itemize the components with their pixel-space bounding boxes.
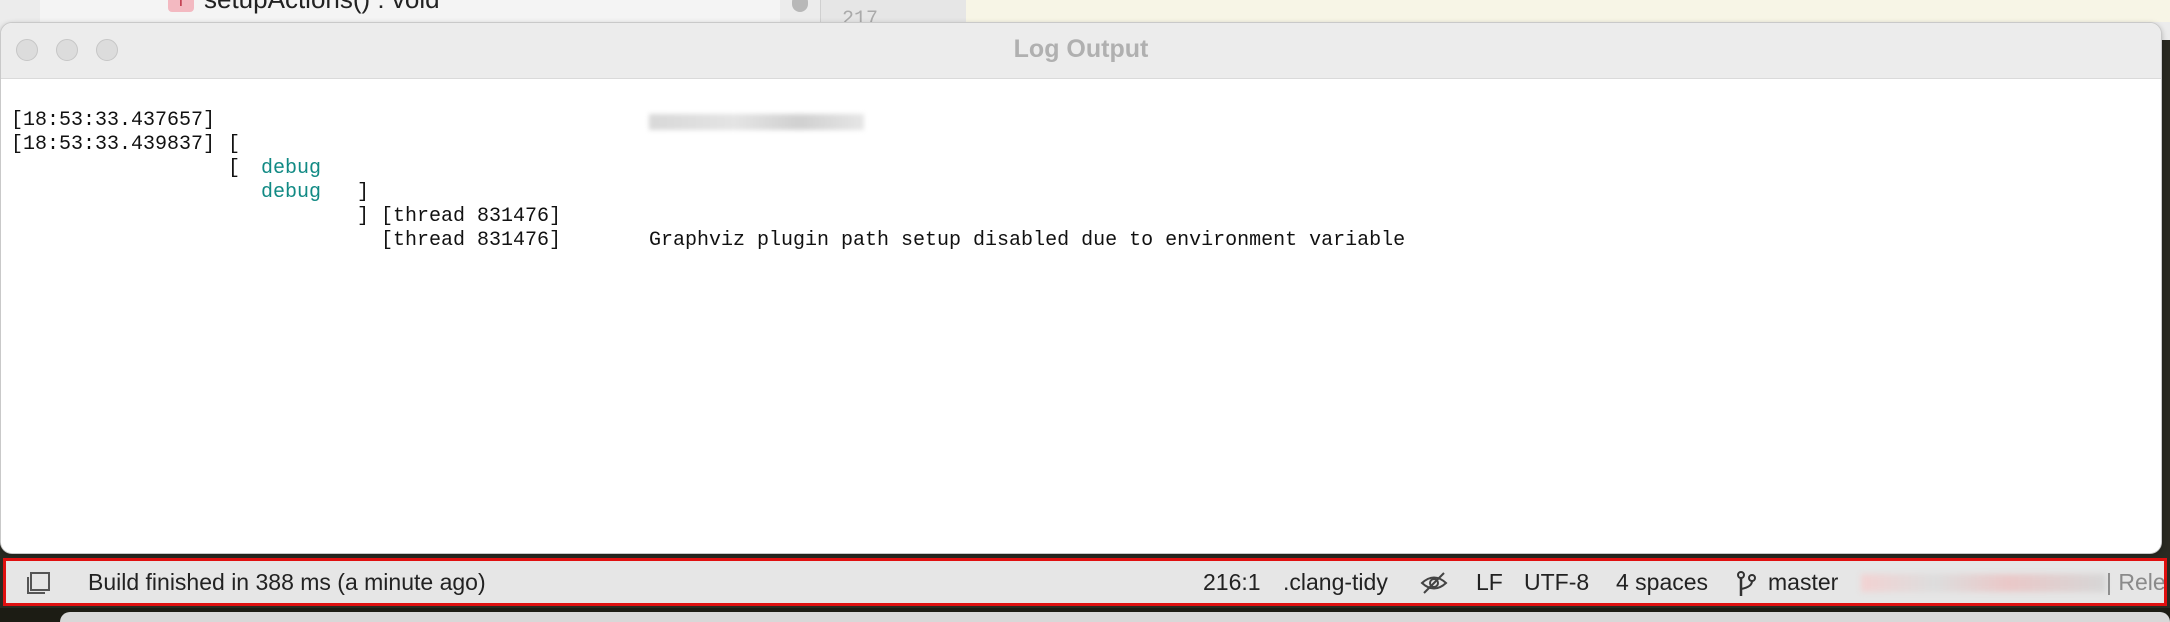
build-status[interactable]: Build finished in 388 ms (a minute ago)	[88, 569, 486, 595]
log-bracket-close: ]	[357, 205, 370, 228]
log-output-window: Log Output [18:53:33.437657] [ debug ] […	[0, 22, 2162, 554]
linter-config[interactable]: .clang-tidy	[1283, 569, 1388, 595]
log-thread: [thread 831476]	[381, 229, 562, 252]
function-badge-icon: f	[168, 0, 194, 12]
log-level: debug	[261, 181, 322, 204]
log-content[interactable]: [18:53:33.437657] [ debug ] [thread 8314…	[1, 79, 2161, 553]
cursor-position[interactable]: 216:1	[1203, 569, 1261, 595]
window-titlebar[interactable]: Log Output	[1, 23, 2161, 79]
inspections-off-icon[interactable]	[1419, 570, 1449, 596]
line-ending[interactable]: LF	[1476, 569, 1503, 595]
log-timestamp: [18:53:33.439837]	[11, 133, 216, 156]
log-bracket-open: [	[228, 157, 241, 180]
git-branch[interactable]: master	[1768, 569, 1838, 595]
structure-panel: f setupActions() : void	[40, 0, 780, 23]
log-entry: [18:53:33.439837] [ debug ] [thread 8314…	[11, 109, 864, 252]
window-title: Log Output	[1013, 35, 1149, 63]
log-bracket-open: [	[228, 133, 241, 156]
log-bracket-close: ]	[357, 181, 370, 204]
structure-item[interactable]: setupActions() : void	[204, 0, 440, 15]
file-encoding[interactable]: UTF-8	[1524, 569, 1589, 595]
editor-area	[966, 0, 2170, 22]
status-bar: Build finished in 388 ms (a minute ago) …	[3, 558, 2167, 606]
log-level: debug	[261, 157, 322, 180]
git-branch-icon	[1735, 570, 1757, 598]
dock-edge	[60, 612, 2170, 622]
panel-toggle-icon[interactable]	[26, 571, 52, 595]
redacted-log-message	[649, 114, 864, 130]
log-thread: [thread 831476]	[381, 205, 562, 228]
log-message: Graphviz plugin path setup disabled due …	[649, 229, 1406, 252]
redacted-status-item	[1861, 574, 2106, 592]
indentation[interactable]: 4 spaces	[1616, 569, 1708, 595]
build-configuration[interactable]: | Relea	[2106, 569, 2164, 595]
log-entry: [18:53:33.437657] [ debug ] [thread 8314…	[11, 85, 1405, 252]
